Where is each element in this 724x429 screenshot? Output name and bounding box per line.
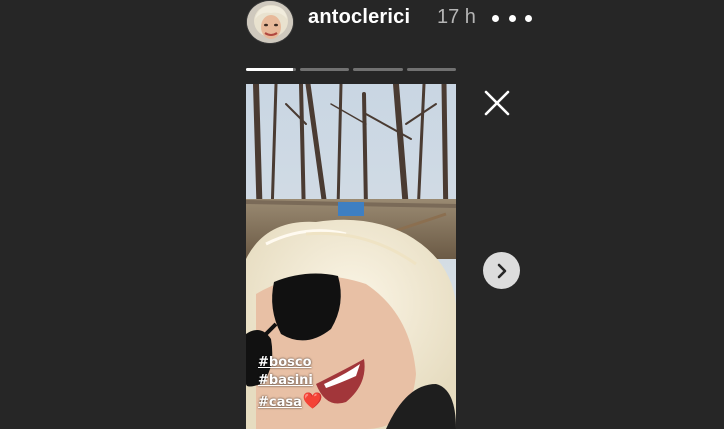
- more-options-button[interactable]: [492, 8, 532, 28]
- hashtag-bosco[interactable]: #bosco: [258, 355, 323, 370]
- next-story-button[interactable]: [483, 252, 520, 289]
- hashtag-casa-row: #casa❤️: [258, 391, 323, 411]
- chevron-right-icon: [497, 263, 506, 278]
- more-dots-icon: [525, 14, 532, 22]
- username[interactable]: antoclerici: [308, 6, 410, 29]
- avatar-image: [247, 1, 293, 43]
- close-icon: [484, 90, 510, 116]
- story-progress: [246, 68, 456, 71]
- more-dots-icon: [492, 14, 499, 22]
- progress-segment: [353, 68, 403, 71]
- progress-segment: [246, 68, 296, 71]
- close-button[interactable]: [483, 89, 511, 117]
- progress-segment: [406, 68, 456, 71]
- timestamp: 17 h: [437, 6, 476, 28]
- story-media[interactable]: #bosco #basini #casa❤️: [246, 84, 456, 429]
- hashtag-list: #bosco #basini #casa❤️: [258, 355, 323, 411]
- more-dots-icon: [508, 14, 516, 22]
- story-viewer: antoclerici 17 h #bosco #basini #casa❤️: [0, 0, 724, 429]
- progress-fill: [246, 68, 294, 71]
- hashtag-basini[interactable]: #basini: [258, 373, 323, 388]
- hashtag-casa[interactable]: #casa: [258, 395, 302, 410]
- heart-emoji-icon: ❤️: [302, 393, 323, 410]
- avatar[interactable]: [246, 0, 294, 44]
- progress-segment: [299, 68, 349, 71]
